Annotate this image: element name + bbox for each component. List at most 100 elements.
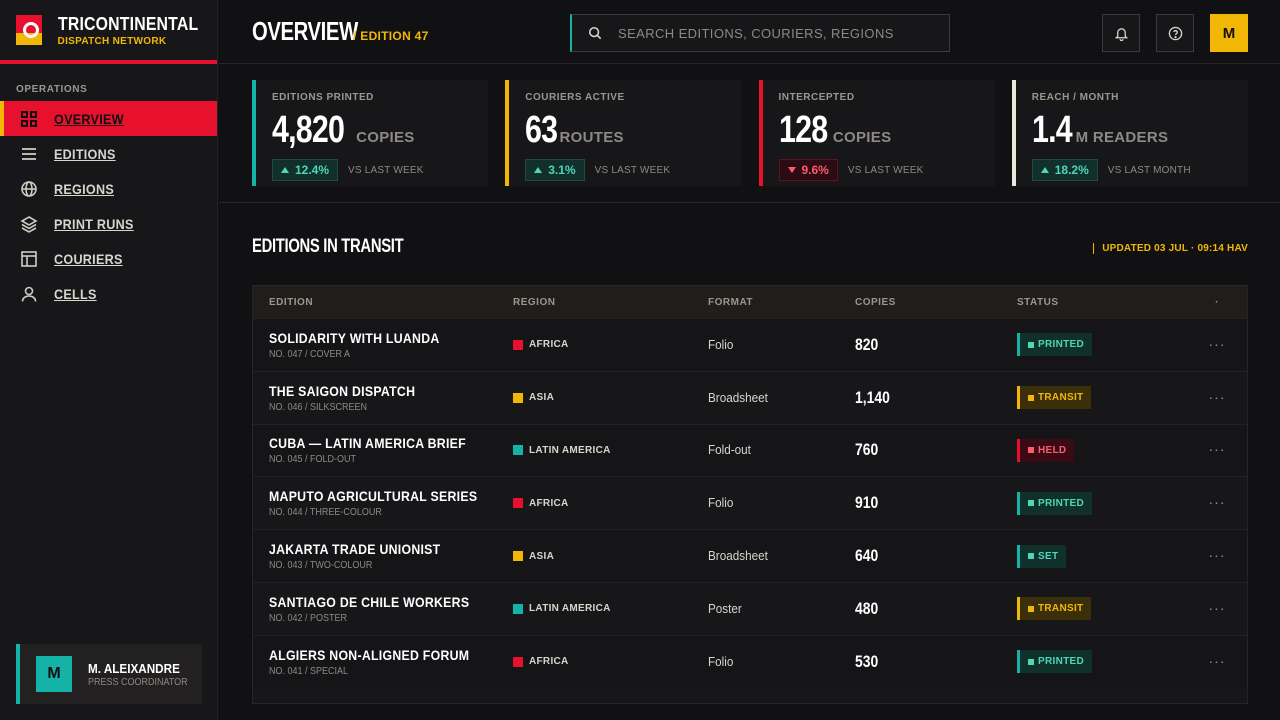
sidebar-item-label: Overview: [54, 110, 124, 127]
edition-subtitle: No. 043 / Two-colour: [269, 560, 373, 572]
sidebar-item-couriers[interactable]: Couriers: [0, 241, 217, 276]
column-header-status[interactable]: Status: [1017, 297, 1187, 308]
more-actions-icon[interactable]: ···: [1209, 547, 1226, 563]
top-bar: OVERVIEW / EDITION 47 M: [219, 0, 1280, 64]
format-value: Folio: [708, 653, 734, 669]
kpi-delta: 12.4%: [272, 159, 339, 181]
table-row[interactable]: Jakarta Trade Unionist No. 043 / Two-col…: [253, 529, 1247, 582]
section-title: EDITIONS IN TRANSIT: [252, 236, 404, 257]
column-header-region[interactable]: Region: [513, 297, 708, 308]
sidebar-nav: Overview Editions Regions Print Runs Cou…: [0, 101, 217, 311]
copies-value: 910: [855, 493, 879, 513]
sidebar-item-overview[interactable]: Overview: [0, 101, 217, 136]
notifications-button[interactable]: [1102, 14, 1140, 52]
user-name: M. ALEIXANDRE: [88, 660, 180, 676]
kpi-compare: vs last week: [847, 164, 924, 176]
format-value: Broadsheet: [708, 389, 768, 405]
column-header-actions: ·: [1215, 296, 1219, 308]
kpi-value: 128: [778, 109, 828, 151]
column-header-copies[interactable]: Copies: [855, 297, 1017, 308]
more-actions-icon[interactable]: ···: [1209, 389, 1226, 405]
more-actions-icon[interactable]: ···: [1209, 494, 1226, 510]
edition-title: Jakarta Trade Unionist: [269, 541, 441, 558]
edition-title: Maputo Agricultural Series: [269, 488, 478, 505]
sidebar-item-editions[interactable]: Editions: [0, 136, 217, 171]
table-row[interactable]: Algiers Non-Aligned Forum No. 041 / Spec…: [253, 634, 1247, 688]
divider: [219, 202, 1280, 203]
table-row[interactable]: Santiago de Chile Workers No. 042 / Post…: [253, 581, 1247, 635]
kpi-label: Intercepted: [778, 92, 855, 103]
brand-logo: [16, 15, 42, 45]
user-card[interactable]: M M. ALEIXANDRE PRESS COORDINATOR: [16, 644, 202, 704]
kpi-card-couriers-active: Couriers Active 63 routes 3.1% vs last w…: [505, 80, 742, 186]
more-actions-icon[interactable]: ···: [1209, 336, 1226, 352]
bell-icon: [1114, 27, 1128, 41]
edition-title: The Saigon Dispatch: [269, 382, 416, 399]
sidebar-item-label: Editions: [54, 145, 116, 162]
kpi-unit: M readers: [1075, 129, 1169, 146]
arrow-up-icon: [281, 167, 289, 173]
more-actions-icon[interactable]: ···: [1209, 653, 1226, 669]
table-row[interactable]: Cuba — Latin America Brief No. 045 / Fol…: [253, 423, 1247, 477]
edition-subtitle: No. 047 / Cover A: [269, 348, 351, 360]
kpi-unit: routes: [559, 129, 624, 146]
format-value: Folio: [708, 495, 734, 511]
help-icon: [1168, 26, 1182, 40]
region-label: Africa: [513, 656, 708, 667]
main-content: OVERVIEW / EDITION 47 M Editions Printed…: [219, 0, 1280, 720]
help-button[interactable]: [1156, 14, 1194, 52]
kpi-compare: vs last month: [1107, 164, 1191, 176]
more-actions-icon[interactable]: ···: [1209, 441, 1226, 457]
profile-avatar-button[interactable]: M: [1210, 14, 1248, 52]
sidebar: TRICONTINENTAL DISPATCH NETWORK OPERATIO…: [0, 0, 218, 720]
sidebar-item-label: Couriers: [54, 250, 123, 267]
region-swatch: [513, 498, 523, 509]
edition-subtitle: No. 042 / Poster: [269, 612, 348, 624]
sidebar-item-cells[interactable]: Cells: [0, 276, 217, 311]
status-badge: Held: [1017, 438, 1075, 462]
region-label: Latin America: [513, 603, 708, 614]
kpi-card-editions-printed: Editions Printed 4,820 copies 12.4% vs l…: [252, 80, 489, 186]
edition-subtitle: No. 044 / Three-colour: [269, 507, 382, 519]
column-header-edition[interactable]: Edition: [253, 297, 513, 308]
format-value: Fold-out: [708, 442, 751, 458]
table-row[interactable]: Solidarity with Luanda No. 047 / Cover A…: [253, 318, 1247, 371]
updated-timestamp: UPDATED 03 JUL · 09:14 HAV: [1093, 243, 1248, 254]
region-swatch: [513, 339, 523, 350]
user-role: PRESS COORDINATOR: [88, 676, 188, 688]
table-row[interactable]: The Saigon Dispatch No. 046 / Silkscreen…: [253, 370, 1247, 424]
copies-value: 760: [855, 440, 879, 460]
copies-value: 530: [855, 651, 879, 671]
region-label: Asia: [513, 551, 708, 562]
copies-value: 820: [855, 334, 879, 354]
more-actions-icon[interactable]: ···: [1209, 600, 1226, 616]
sidebar-item-regions[interactable]: Regions: [0, 171, 217, 206]
format-value: Folio: [708, 336, 734, 352]
status-badge: Transit: [1017, 597, 1092, 621]
sidebar-item-label: Cells: [54, 285, 97, 302]
kpi-card-intercepted: Intercepted 128 copies 9.6% vs last week: [758, 80, 995, 186]
table-row[interactable]: Maputo Agricultural Series No. 044 / Thr…: [253, 476, 1247, 529]
status-badge: Transit: [1017, 386, 1092, 410]
kpi-label: Couriers Active: [525, 92, 625, 103]
sidebar-item-print-runs[interactable]: Print Runs: [0, 206, 217, 241]
kpi-unit: copies: [832, 129, 892, 146]
search-input[interactable]: [618, 25, 918, 41]
kpi-label: Editions Printed: [272, 92, 374, 103]
edition-title: Algiers Non-Aligned Forum: [269, 646, 470, 663]
brand-subtitle: DISPATCH NETWORK: [57, 35, 167, 47]
search-box[interactable]: [570, 14, 950, 52]
brand[interactable]: TRICONTINENTAL DISPATCH NETWORK: [0, 0, 217, 64]
column-header-format[interactable]: Format: [708, 297, 855, 308]
kpi-card-reach: Reach / Month 1.4 M readers 18.2% vs las…: [1011, 80, 1248, 186]
edition-subtitle: No. 041 / Special: [269, 665, 349, 677]
region-swatch: [513, 551, 523, 562]
kpi-cards: Editions Printed 4,820 copies 12.4% vs l…: [252, 80, 1248, 186]
copies-value: 640: [855, 546, 879, 566]
sidebar-item-label: Print Runs: [54, 215, 134, 232]
table-header: Edition Region Format Copies Status ·: [253, 286, 1247, 318]
grid-icon: [21, 110, 37, 127]
status-badge: Printed: [1017, 650, 1092, 674]
table-body: Solidarity with Luanda No. 047 / Cover A…: [253, 318, 1247, 688]
list-icon: [22, 147, 36, 160]
